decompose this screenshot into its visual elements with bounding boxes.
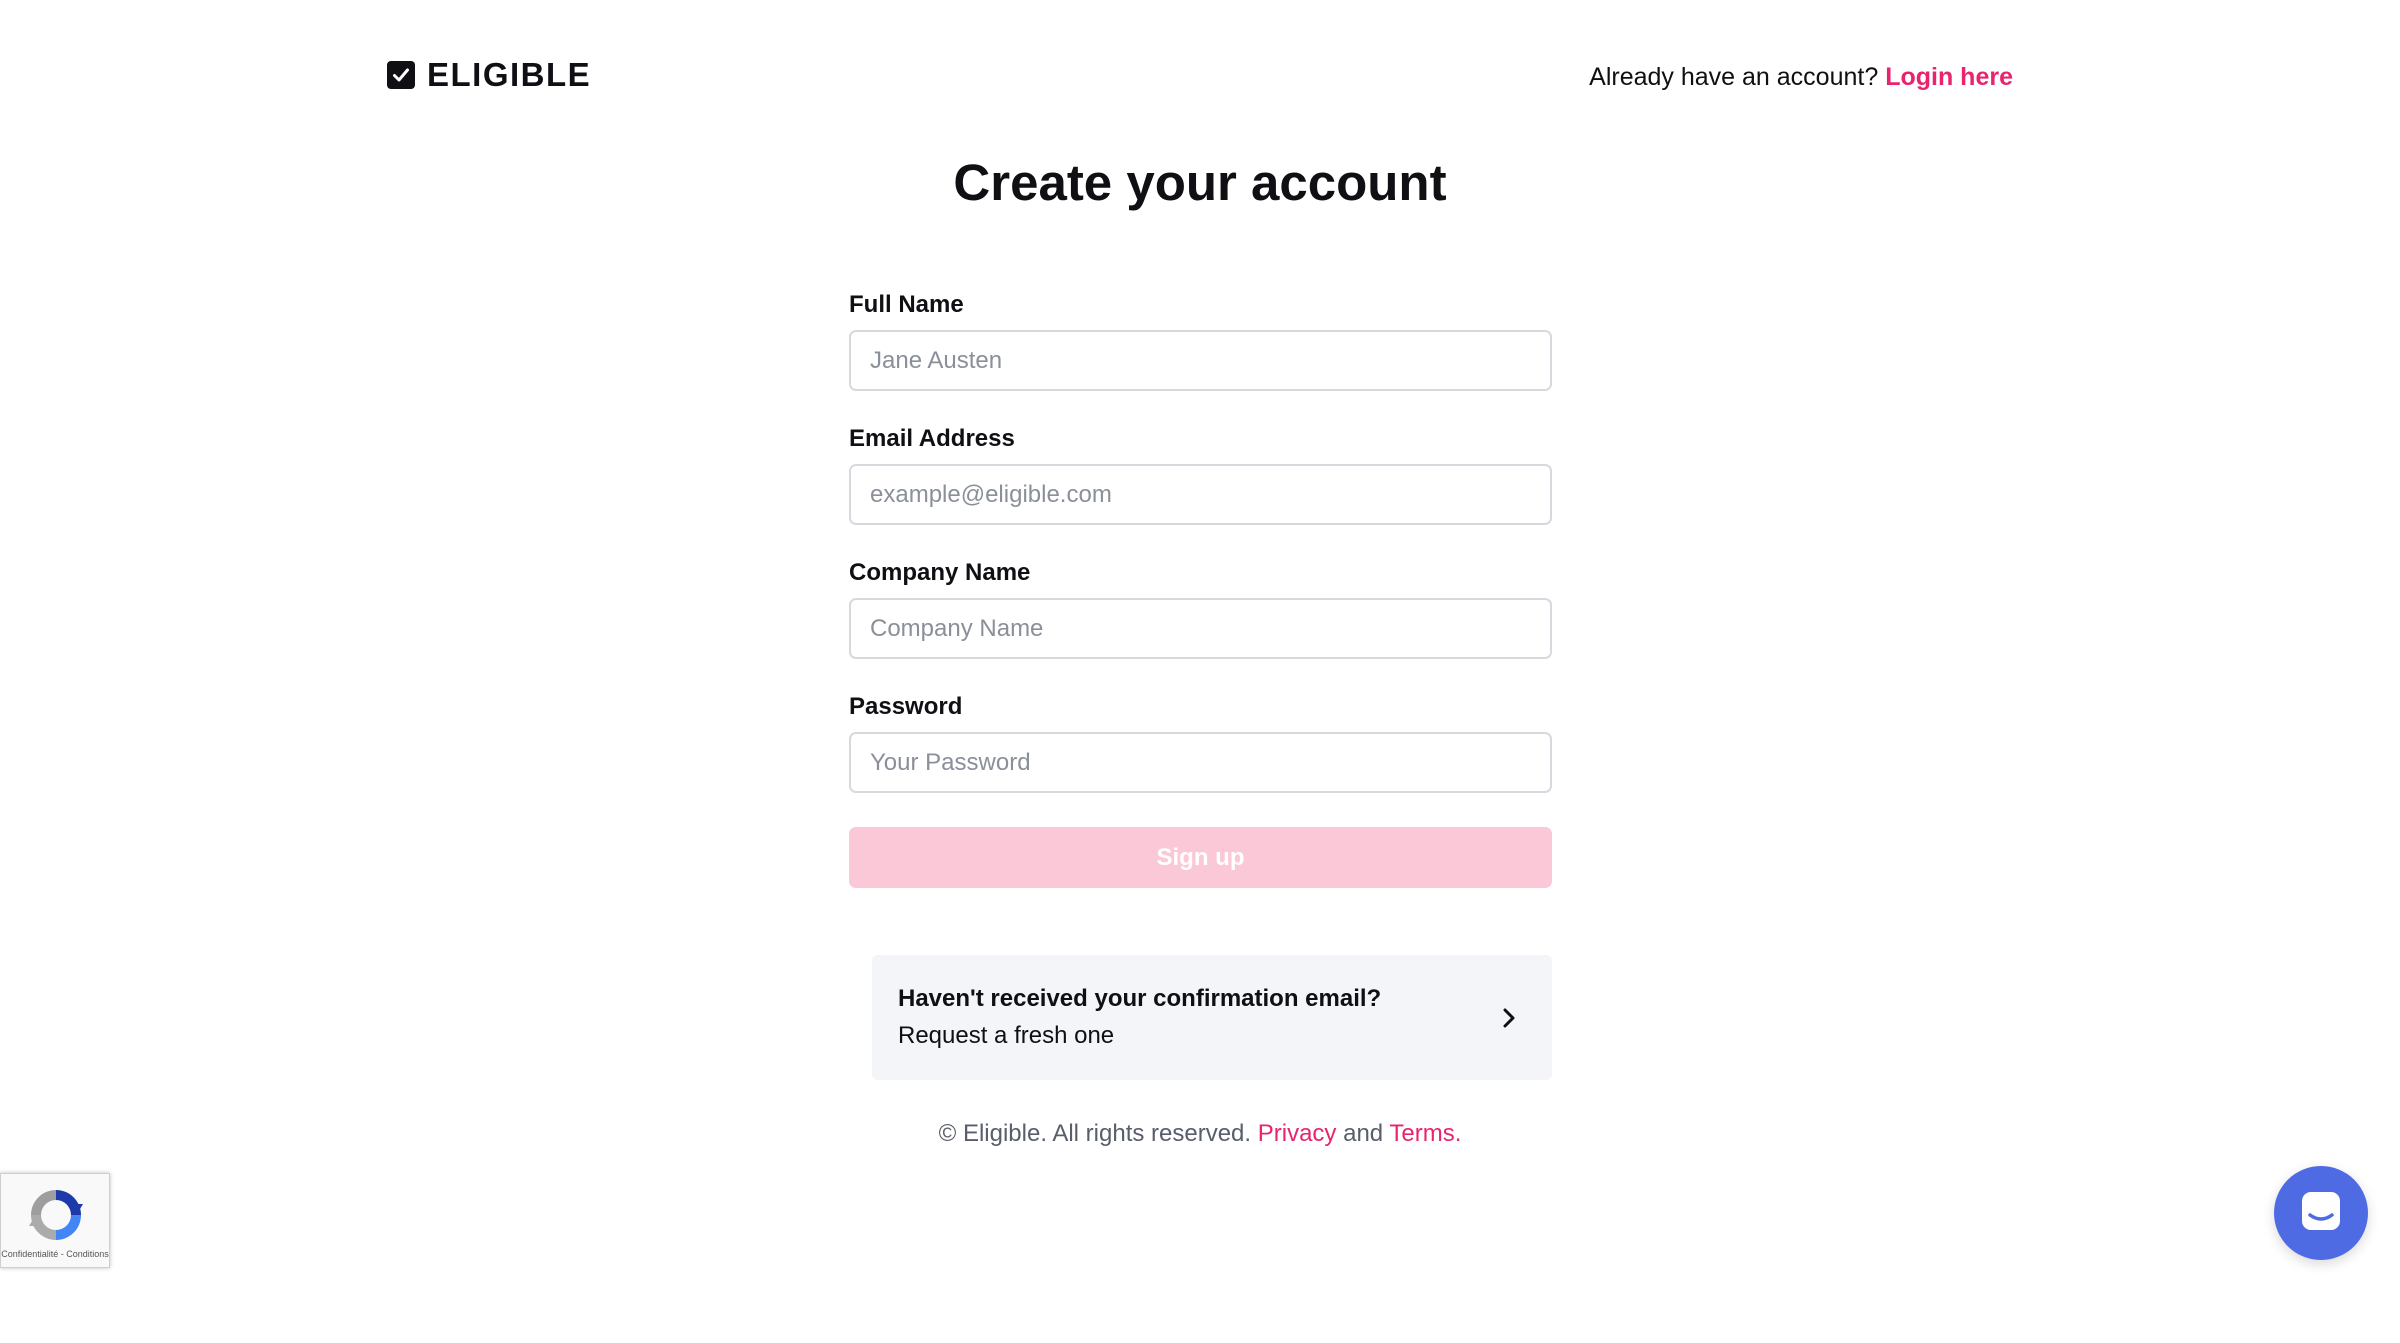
confirmation-title: Haven't received your confirmation email… — [898, 985, 1382, 1012]
confirmation-subtitle: Request a fresh one — [898, 1022, 1115, 1050]
company-name-field: Company Name — [849, 556, 1552, 659]
recaptcha-icon — [25, 1184, 87, 1246]
password-label: Password — [849, 693, 963, 720]
full-name-field: Full Name — [849, 288, 1552, 391]
recaptcha-badge[interactable]: Confidentialité - Conditions — [0, 1173, 110, 1268]
company-name-input[interactable] — [849, 598, 1552, 659]
email-label: Email Address — [849, 425, 1015, 452]
recaptcha-links[interactable]: Confidentialité - Conditions — [1, 1249, 109, 1259]
login-prompt: Already have an account? Login here — [1589, 62, 2013, 92]
email-input[interactable] — [849, 464, 1552, 525]
company-name-label: Company Name — [849, 559, 1031, 586]
signup-form: Full Name Email Address Company Name Pas… — [849, 288, 1552, 888]
chat-launcher-button[interactable] — [2274, 1166, 2368, 1260]
page-title: Create your account — [953, 154, 1447, 211]
checkbox-icon — [387, 60, 415, 89]
login-link[interactable]: Login here — [1885, 63, 2013, 91]
chat-icon — [2298, 1188, 2344, 1239]
resend-confirmation-card[interactable]: Haven't received your confirmation email… — [872, 955, 1552, 1080]
footer-period: . — [1454, 1120, 1462, 1147]
password-input[interactable] — [849, 732, 1552, 793]
brand-name: ELIGIBLE — [427, 56, 592, 93]
copyright-text: © Eligible. All rights reserved. — [938, 1120, 1252, 1147]
full-name-input[interactable] — [849, 330, 1552, 391]
login-prompt-text: Already have an account? — [1589, 63, 1879, 91]
privacy-link[interactable]: Privacy — [1258, 1120, 1337, 1147]
chevron-right-icon — [1500, 1005, 1518, 1031]
terms-link[interactable]: Terms — [1389, 1120, 1454, 1147]
password-field: Password — [849, 690, 1552, 793]
email-field: Email Address — [849, 422, 1552, 525]
footer: © Eligible. All rights reserved. Privacy… — [0, 1120, 2400, 1148]
sign-up-button[interactable]: Sign up — [849, 827, 1552, 888]
brand-logo[interactable]: ELIGIBLE — [387, 58, 591, 91]
footer-and: and — [1343, 1120, 1384, 1147]
full-name-label: Full Name — [849, 291, 964, 318]
